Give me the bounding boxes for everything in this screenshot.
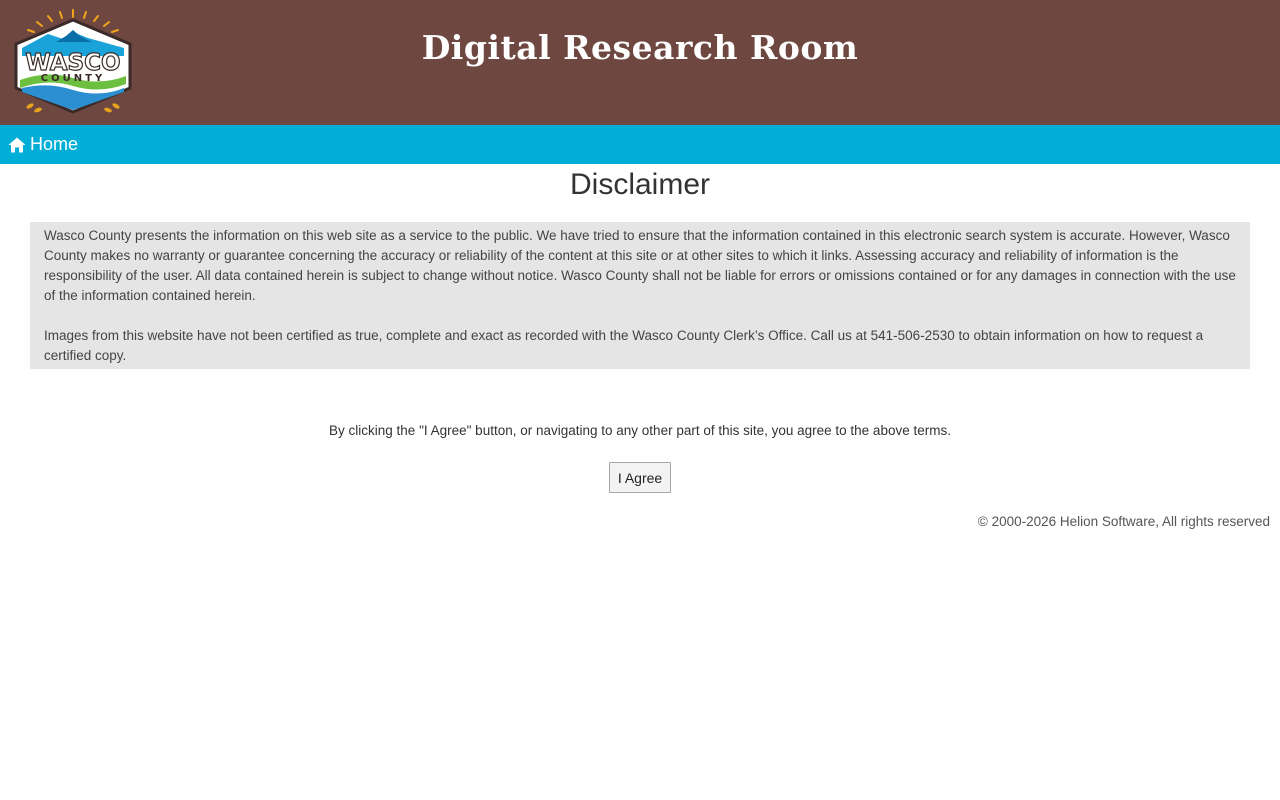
nav-home-label: Home xyxy=(30,134,79,154)
nav-bar: Home xyxy=(0,125,1280,164)
site-title: Digital Research Room xyxy=(421,28,859,67)
disclaimer-text-box: Wasco County presents the information on… xyxy=(30,222,1250,369)
copyright-footer: © 2000-2026 Helion Software, All rights … xyxy=(977,514,1270,529)
certification-paragraph: Images from this website have not been c… xyxy=(44,328,1204,363)
site-header: WASCO COUNTY Digital Research Room xyxy=(0,0,1280,125)
logo-text-county: COUNTY xyxy=(41,73,105,84)
page-title: Disclaimer xyxy=(569,168,710,201)
home-icon xyxy=(8,137,26,152)
i-agree-button[interactable]: I Agree xyxy=(609,462,671,493)
agree-note: By clicking the "I Agree" button, or nav… xyxy=(329,423,951,438)
disclaimer-paragraph: Wasco County presents the information on… xyxy=(44,228,1236,303)
nav-home-link[interactable]: Home xyxy=(8,125,78,164)
